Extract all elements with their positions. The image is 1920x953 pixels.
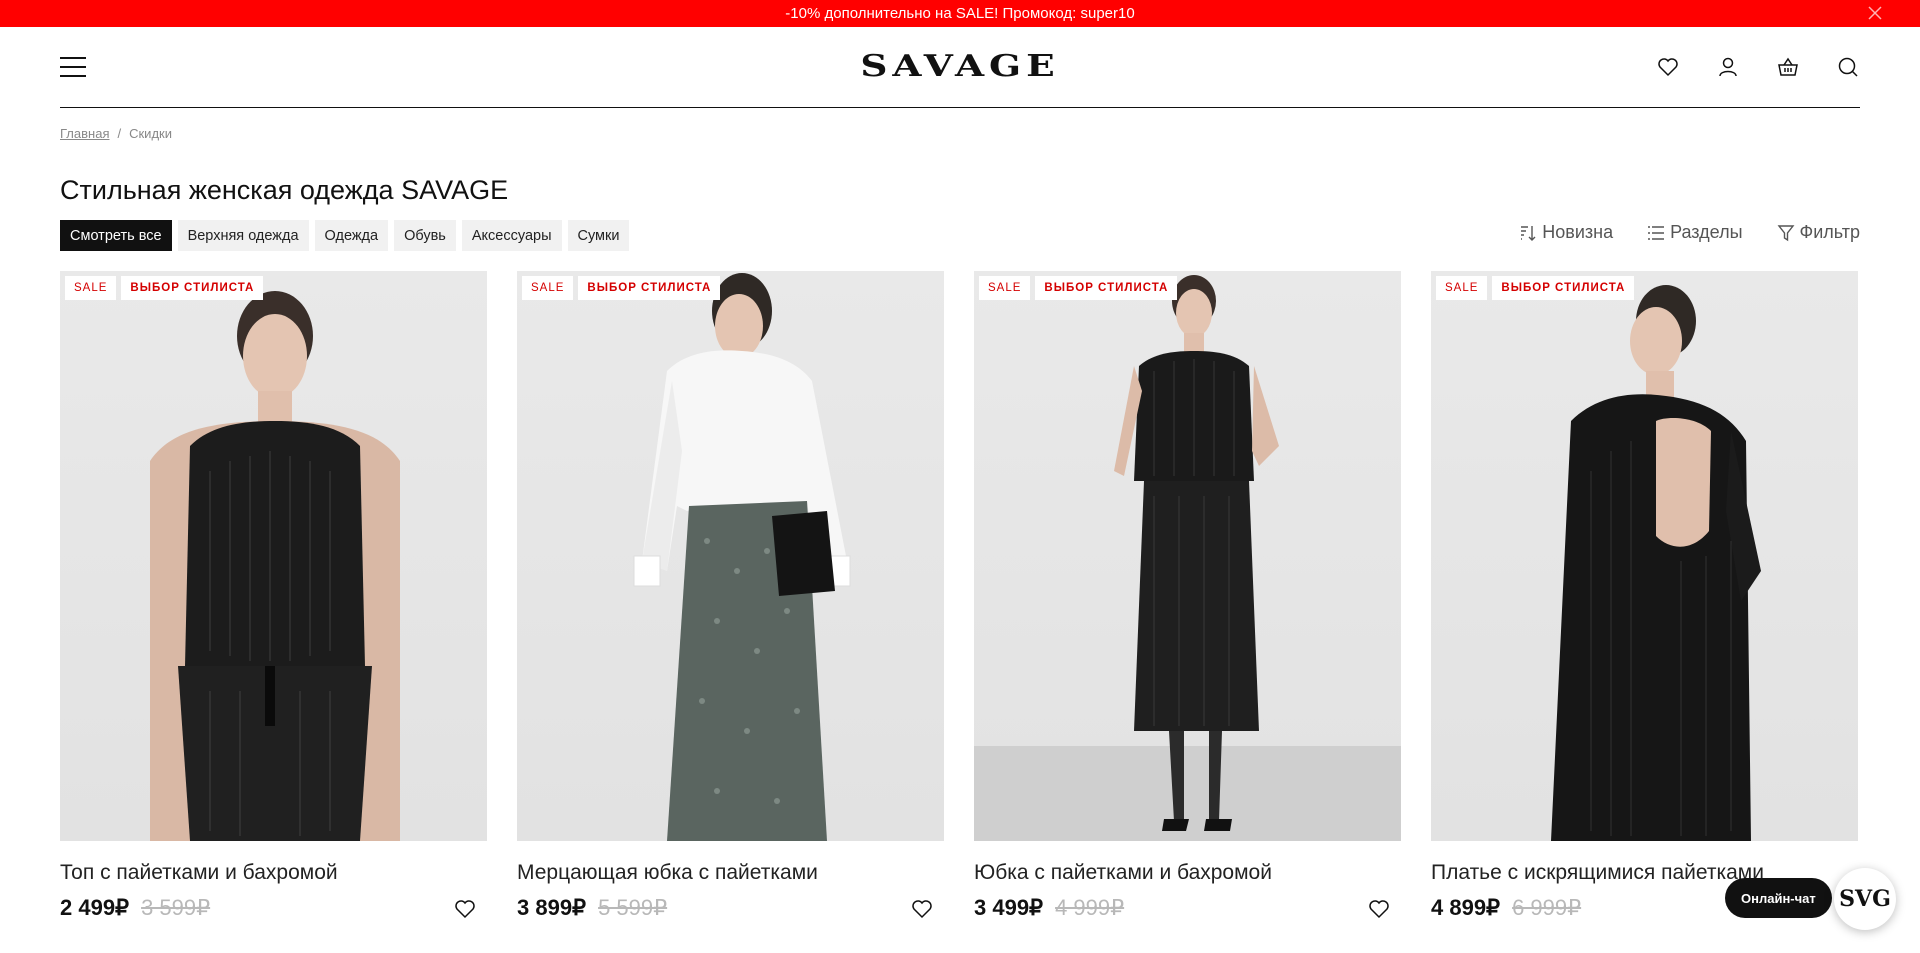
filter-label: Фильтр: [1799, 222, 1860, 242]
product-name[interactable]: Мерцающая юбка с пайетками: [517, 861, 944, 885]
list-icon: [1648, 225, 1665, 240]
sort-label: Новизна: [1542, 222, 1614, 242]
chip-bags[interactable]: Сумки: [567, 220, 630, 251]
category-chips: Смотреть все Верхняя одежда Одежда Обувь…: [60, 220, 630, 251]
badges: SALE ВЫБОР СТИЛИСТА: [979, 276, 1178, 300]
stylist-badge: ВЫБОР СТИЛИСТА: [578, 276, 721, 300]
breadcrumb: Главная / Скидки: [60, 126, 172, 141]
product-old-price: 3 599₽: [141, 895, 211, 920]
chip-view-all[interactable]: Смотреть все: [60, 220, 172, 251]
sections-button[interactable]: Разделы: [1647, 222, 1743, 243]
breadcrumb-home[interactable]: Главная: [60, 126, 109, 141]
search-icon[interactable]: [1836, 55, 1860, 79]
product-image[interactable]: SALE ВЫБОР СТИЛИСТА: [517, 271, 944, 841]
product-name[interactable]: Топ с пайетками и бахромой: [60, 861, 487, 885]
product-price: 2 499₽: [60, 895, 130, 920]
price-row: 3 499₽ 4 999₽: [974, 895, 1401, 921]
product-old-price: 4 999₽: [1055, 895, 1125, 920]
user-icon[interactable]: [1716, 55, 1740, 79]
heart-icon[interactable]: [1656, 55, 1680, 79]
breadcrumb-separator: /: [117, 126, 122, 141]
product-old-price: 6 999₽: [1512, 895, 1582, 920]
sale-badge: SALE: [522, 276, 574, 300]
header-icons: [1620, 55, 1860, 79]
model-photo-full: [1114, 275, 1279, 831]
stylist-badge: ВЫБОР СТИЛИСТА: [121, 276, 264, 300]
promo-text: -10% дополнительно на SALE! Промокод: su…: [785, 5, 1135, 22]
product-old-price: 5 599₽: [598, 895, 668, 920]
chip-accessories[interactable]: Аксессуары: [461, 220, 562, 251]
sale-badge: SALE: [1436, 276, 1488, 300]
sections-label: Разделы: [1670, 222, 1743, 242]
product-price: 4 899₽: [1431, 895, 1501, 920]
product-image[interactable]: SALE ВЫБОР СТИЛИСТА: [974, 271, 1401, 841]
product-card: SALE ВЫБОР СТИЛИСТА Топ с пайетками и ба…: [60, 271, 487, 921]
price-row: 2 499₽ 3 599₽: [60, 895, 487, 921]
filter-icon: [1777, 224, 1794, 241]
menu-icon[interactable]: [60, 57, 86, 77]
model-photo-dress: [1551, 285, 1761, 841]
sale-badge: SALE: [979, 276, 1031, 300]
stylist-badge: ВЫБОР СТИЛИСТА: [1035, 276, 1178, 300]
product-image[interactable]: SALE ВЫБОР СТИЛИСТА: [60, 271, 487, 841]
stylist-badge: ВЫБОР СТИЛИСТА: [1492, 276, 1635, 300]
product-card: SALE ВЫБОР СТИЛИСТА Мерцающая юбка с пай…: [517, 271, 944, 921]
page-title: Стильная женская одежда SAVAGE: [60, 175, 509, 205]
product-price: 3 899₽: [517, 895, 587, 920]
promo-bar: -10% дополнительно на SALE! Промокод: su…: [0, 0, 1920, 27]
heart-icon[interactable]: [910, 897, 934, 921]
filter-button[interactable]: Фильтр: [1777, 222, 1860, 243]
badges: SALE ВЫБОР СТИЛИСТА: [65, 276, 264, 300]
sort-icon: [1521, 225, 1536, 241]
breadcrumb-current: Скидки: [129, 126, 172, 141]
basket-icon[interactable]: [1776, 55, 1800, 79]
logo[interactable]: SAVAGE: [860, 49, 1059, 84]
chip-shoes[interactable]: Обувь: [394, 220, 456, 251]
product-price: 3 499₽: [974, 895, 1044, 920]
heart-icon[interactable]: [453, 897, 477, 921]
close-icon[interactable]: [1866, 4, 1884, 22]
product-grid: SALE ВЫБОР СТИЛИСТА Топ с пайетками и ба…: [60, 271, 1860, 921]
sale-badge: SALE: [65, 276, 117, 300]
product-name[interactable]: Юбка с пайетками и бахромой: [974, 861, 1401, 885]
online-chat-button[interactable]: Онлайн-чат: [1725, 878, 1832, 918]
badges: SALE ВЫБОР СТИЛИСТА: [522, 276, 721, 300]
product-card: SALE ВЫБОР СТИЛИСТА Платье с искрящимися…: [1431, 271, 1858, 921]
chat-logo[interactable]: SVG: [1834, 868, 1896, 930]
chip-clothing[interactable]: Одежда: [314, 220, 389, 251]
product-card: SALE ВЫБОР СТИЛИСТА Юбка с пайетками и б…: [974, 271, 1401, 921]
heart-icon[interactable]: [1367, 897, 1391, 921]
chip-outerwear[interactable]: Верхняя одежда: [177, 220, 309, 251]
model-photo-top: [150, 291, 400, 841]
model-photo-skirt: [633, 273, 851, 841]
sort-button[interactable]: Новизна: [1519, 222, 1613, 243]
badges: SALE ВЫБОР СТИЛИСТА: [1436, 276, 1635, 300]
product-image[interactable]: SALE ВЫБОР СТИЛИСТА: [1431, 271, 1858, 841]
price-row: 3 899₽ 5 599₽: [517, 895, 944, 921]
site-header: SAVAGE: [60, 27, 1860, 108]
listing-tools: Новизна Разделы Фильтр: [1519, 222, 1860, 243]
